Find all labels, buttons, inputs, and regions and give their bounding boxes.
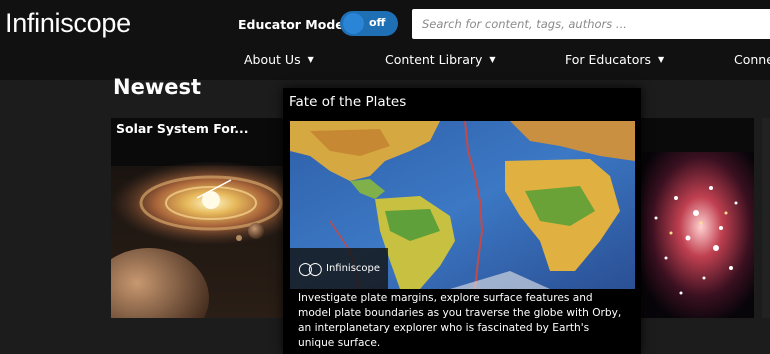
star-cluster-thumbnail [636,152,754,318]
nav-label: Content Library [385,52,483,67]
solar-system-thumbnail [111,161,285,318]
section-title: Newest [113,75,201,99]
nav-content-library[interactable]: Content Library ▼ [385,52,496,67]
featured-card[interactable]: Fate of the Plates ○○ Infiniscope Invest… [283,88,641,354]
toggle-state-label: off [369,16,386,29]
content-card-solar-system[interactable]: Solar System For... [111,118,285,318]
nav-for-educators[interactable]: For Educators ▼ [565,52,664,67]
brand-badge: ○○ Infiniscope [290,248,388,289]
brand-name: Infiniscope [326,263,381,274]
nav-label: For Educators [565,52,651,67]
search-input[interactable] [412,9,770,39]
nav-label: About Us [244,52,301,67]
toggle-knob [343,13,364,34]
nav-connect[interactable]: Conne [734,52,770,67]
content-card-edge[interactable] [762,118,770,318]
infinity-logo-icon: ○○ [298,259,323,279]
featured-description: Investigate plate margins, explore surfa… [298,292,622,349]
featured-title: Fate of the Plates [289,94,407,110]
educator-mode-toggle[interactable]: off [340,11,398,36]
educator-mode-label: Educator Mode [238,17,344,32]
nav-about-us[interactable]: About Us ▼ [244,52,314,67]
caret-down-icon: ▼ [658,55,665,64]
caret-down-icon: ▼ [307,55,314,64]
site-logo[interactable]: Infiniscope [5,8,131,39]
content-card-galaxy[interactable] [636,118,754,318]
caret-down-icon: ▼ [489,55,496,64]
nav-label: Conne [734,52,770,67]
